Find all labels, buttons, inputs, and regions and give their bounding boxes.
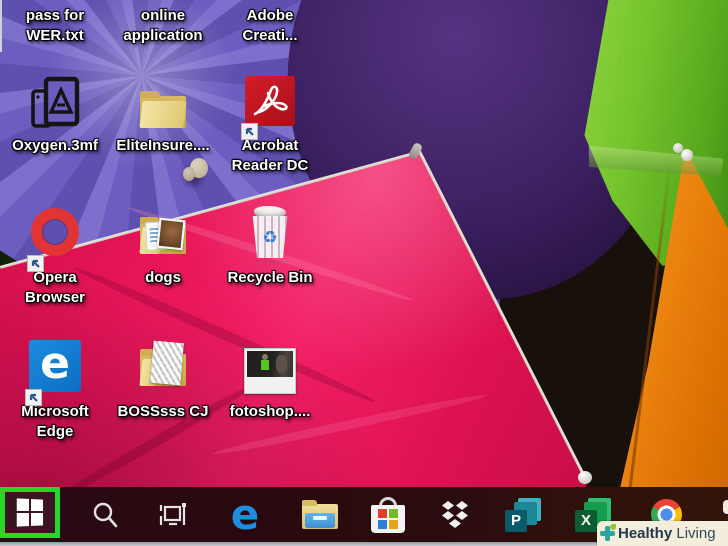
bosssss-folder-icon bbox=[140, 340, 186, 402]
taskbar-search-button[interactable] bbox=[83, 487, 127, 542]
wallpaper-umbrella-knob bbox=[190, 158, 208, 178]
dogs-folder-icon bbox=[140, 206, 186, 268]
icon-label: dogs bbox=[110, 268, 216, 288]
taskbar-file-explorer-button[interactable] bbox=[298, 487, 342, 542]
opera-browser-icon bbox=[31, 206, 79, 268]
desktop-icon-recycle-bin[interactable]: ♻ Recycle Bin bbox=[217, 204, 323, 288]
healthy-living-plus-icon bbox=[600, 526, 615, 541]
desktop-icon-adobe-creative[interactable]: AdobeCreati... bbox=[217, 6, 323, 46]
microsoft-edge-icon: e bbox=[29, 340, 81, 402]
wallpaper-orange-tip-knob bbox=[681, 149, 693, 161]
dropbox-icon bbox=[438, 499, 472, 531]
healthy-living-watermark: Healthy Living bbox=[597, 521, 728, 546]
icon-label: AdobeCreati... bbox=[217, 6, 323, 46]
task-view-icon bbox=[157, 500, 189, 530]
wallpaper-green-tip-knob bbox=[673, 143, 683, 153]
icon-label: BOSSsss CJ bbox=[110, 402, 216, 422]
icon-label: EliteInsure.... bbox=[110, 136, 216, 156]
desktop-icon-acrobat-reader[interactable]: AcrobatReader DC bbox=[217, 76, 323, 176]
search-icon bbox=[90, 500, 120, 530]
icon-label: Recycle Bin bbox=[217, 268, 323, 288]
icon-label: Oxygen.3mf bbox=[2, 136, 108, 156]
desktop-icon-pass-for-wer[interactable]: pass forWER.txt bbox=[2, 6, 108, 46]
desktop-icon-bosssss-cj[interactable]: BOSSsss CJ bbox=[110, 340, 216, 422]
taskbar-store-button[interactable] bbox=[366, 487, 410, 542]
icon-label: OperaBrowser bbox=[2, 268, 108, 308]
taskbar-dropbox-button[interactable] bbox=[433, 487, 477, 542]
file-explorer-icon bbox=[302, 500, 338, 529]
desktop-icon-fotoshop[interactable]: fotoshop.... bbox=[217, 342, 323, 422]
publisher-icon: P bbox=[505, 498, 541, 532]
taskbar-task-view-button[interactable] bbox=[151, 487, 195, 542]
desktop-icon-eliteinsure[interactable]: EliteInsure.... bbox=[110, 76, 216, 156]
fotoshop-thumbnail-icon bbox=[244, 342, 296, 402]
windows-logo-icon bbox=[16, 498, 42, 526]
icon-label: MicrosoftEdge bbox=[2, 402, 108, 442]
taskbar-edge-button[interactable]: e bbox=[223, 487, 267, 542]
edge-icon: e bbox=[231, 495, 260, 535]
icon-label: AcrobatReader DC bbox=[217, 136, 323, 176]
shortcut-arrow-overlay bbox=[25, 389, 42, 406]
shortcut-arrow-overlay bbox=[241, 123, 258, 140]
desktop-icon-online-application[interactable]: onlineapplication bbox=[110, 6, 216, 46]
desktop-icon-dogs[interactable]: dogs bbox=[110, 206, 216, 288]
recycle-bin-icon: ♻ bbox=[250, 204, 290, 268]
taskbar-publisher-button[interactable]: P bbox=[501, 487, 545, 542]
icon-label: pass forWER.txt bbox=[2, 6, 108, 46]
folder-icon bbox=[140, 76, 186, 136]
desktop-icon-microsoft-edge[interactable]: e MicrosoftEdge bbox=[2, 340, 108, 442]
desktop-icon-oxygen-3mf[interactable]: Oxygen.3mf bbox=[2, 76, 108, 156]
microsoft-store-icon bbox=[371, 497, 405, 533]
taskbar-cutoff-icon bbox=[723, 500, 728, 514]
start-button[interactable] bbox=[0, 487, 60, 538]
icon-label: onlineapplication bbox=[110, 6, 216, 46]
desktop-icon-opera[interactable]: OperaBrowser bbox=[2, 206, 108, 308]
wallpaper-white-knob bbox=[578, 471, 592, 484]
oxygen-3mf-icon bbox=[30, 76, 80, 136]
acrobat-reader-icon bbox=[245, 76, 295, 136]
watermark-text: Healthy Living bbox=[618, 525, 716, 542]
windows-desktop-screen: pass forWER.txt onlineapplication AdobeC… bbox=[0, 0, 728, 546]
icon-label: fotoshop.... bbox=[217, 402, 323, 422]
shortcut-arrow-overlay bbox=[27, 255, 44, 272]
